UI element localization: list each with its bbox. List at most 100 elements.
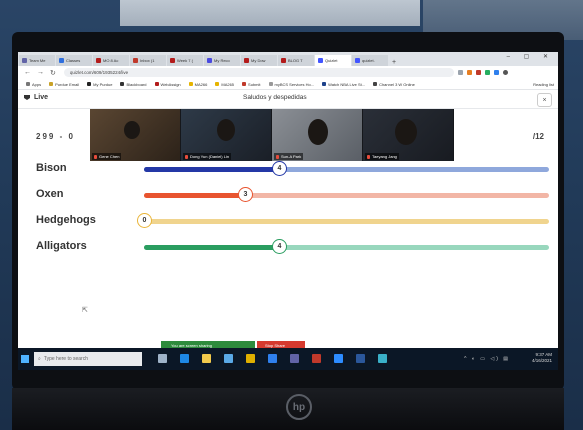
app-icon-teal[interactable] <box>378 354 387 363</box>
bookmark-item[interactable]: WebAssign <box>154 81 181 87</box>
reload-icon[interactable]: ↻ <box>50 69 56 77</box>
bookmark-label: MA266 <box>194 81 208 87</box>
bookmark-icon <box>373 82 378 86</box>
bookmark-icon <box>242 82 247 86</box>
bookmark-item[interactable]: Submit <box>242 82 261 87</box>
tab-favicon-icon <box>59 58 64 63</box>
windows-start-icon[interactable] <box>21 355 29 363</box>
question-count: /12 <box>532 132 544 141</box>
participant-name: Gene Chen <box>99 154 120 159</box>
browser-tab[interactable]: quizlet. <box>352 55 388 66</box>
team-score-badge: 4 <box>272 161 287 176</box>
team-progress-fill <box>144 167 279 172</box>
quizlet-live-header: Live Saludos y despedidas × <box>18 90 558 109</box>
bookmark-label: Blackboard <box>126 81 147 87</box>
clock-date: 4/16/2021 <box>531 358 552 363</box>
participant-name-tag: Gene Chen <box>92 153 122 160</box>
bookmark-icon <box>188 82 193 86</box>
extension-icon[interactable] <box>475 70 481 75</box>
tab-label: Quizlet <box>325 58 338 63</box>
app-icon-blue[interactable] <box>268 354 277 363</box>
mouse-cursor-icon: ⇱ <box>82 307 88 314</box>
participant-video-tile[interactable]: Sun-A Park <box>272 109 362 161</box>
tab-label: quizlet. <box>362 58 375 63</box>
back-icon[interactable]: ← <box>24 69 31 76</box>
monitor-screen: Team Me Classes MO 8 Ac Inbox (1 Week 7 (My … <box>18 52 558 370</box>
url-text: quizlet.com/609/1935224/live <box>69 70 129 75</box>
url-input[interactable]: quizlet.com/609/1935224/live <box>63 68 454 77</box>
bookmark-label: My Purdue <box>93 81 113 87</box>
browser-tab[interactable]: My Dow <box>241 55 277 66</box>
bookmark-icon <box>154 82 159 86</box>
bookmark-label: MA265 <box>221 81 235 87</box>
extension-icon[interactable] <box>493 70 499 75</box>
bookmark-label: Purdue Email <box>55 81 80 87</box>
bookmark-label: WebAssign <box>160 81 181 87</box>
reading-list[interactable]: Reading list <box>533 82 554 87</box>
word-icon[interactable] <box>356 354 365 363</box>
zoom-icon[interactable] <box>334 354 343 363</box>
app-icon-red[interactable] <box>312 354 321 363</box>
browser-tab-bar: Team Me Classes MO 8 Ac Inbox (1 Week 7 (My … <box>18 52 558 66</box>
app-icon-purple[interactable] <box>290 354 299 363</box>
participant-silhouette <box>124 121 140 139</box>
participant-video-tile[interactable]: Gene Chen <box>90 109 180 161</box>
tab-label: Classes <box>66 58 81 63</box>
bookmark-item[interactable]: Channel 3 W Online <box>373 82 415 87</box>
bookmark-item[interactable]: MA265 <box>215 82 234 87</box>
live-icon <box>24 95 30 100</box>
bookmark-item[interactable]: Apps <box>26 82 41 87</box>
tab-label: My Dow <box>251 58 266 63</box>
browser-tab[interactable]: Inbox (1 <box>130 55 166 66</box>
bookmark-item[interactable]: myBCS Services Ho... <box>268 81 315 87</box>
team-row: Oxen 3 <box>36 187 551 202</box>
browser-tab[interactable]: BLOG T <box>278 55 314 66</box>
browser-tab[interactable]: Team Me <box>19 55 55 66</box>
new-tab-button[interactable]: + <box>392 59 396 66</box>
tab-favicon-icon <box>281 58 286 63</box>
bookmark-label: myBCS Services Ho... <box>274 81 315 87</box>
browser-tab[interactable]: MO 8 Ac <box>93 55 129 66</box>
close-button[interactable]: × <box>537 93 552 107</box>
tab-favicon-icon <box>22 58 27 63</box>
participant-name: Taeyang Jang <box>372 154 397 159</box>
browser-tab[interactable]: Classes <box>56 55 92 66</box>
profile-avatar[interactable] <box>502 70 508 75</box>
clock[interactable]: 9:37 AM 4/16/2021 <box>532 352 552 364</box>
tab-favicon-icon <box>318 58 323 63</box>
taskbar-search-input[interactable]: ⌕ Type here to search <box>34 352 142 366</box>
bookmark-label: Apps <box>32 81 42 87</box>
tab-favicon-icon <box>170 58 175 63</box>
file-explorer-icon[interactable] <box>202 354 211 363</box>
bookmark-item[interactable]: Watch NBA Live St... <box>322 82 365 87</box>
participant-silhouette <box>308 119 328 145</box>
bookmark-item[interactable]: MA266 <box>188 81 208 87</box>
extension-icon[interactable] <box>466 70 472 75</box>
participant-video-tile[interactable]: Dong Yun (Daniel) Lin <box>181 109 271 161</box>
muted-mic-icon <box>367 154 370 159</box>
team-score-badge: 3 <box>238 187 253 202</box>
bookmark-item[interactable]: My Purdue <box>87 82 112 87</box>
windows-taskbar: ⌕ Type here to search ^ ◐ ▭ ◁) ▤ 9:37 AM… <box>18 348 558 370</box>
video-call-strip: Gene Chen Dong Yun (Daniel) Lin Sun-A Park… <box>90 109 454 161</box>
extension-icon[interactable] <box>484 70 490 75</box>
forward-icon[interactable]: → <box>37 69 44 76</box>
window-controls[interactable]: – ▢ ✕ <box>507 53 554 60</box>
system-tray-icons[interactable]: ^ ◐ ▭ ◁) ▤ <box>464 356 510 362</box>
team-progress-track <box>144 219 549 224</box>
edge-icon[interactable] <box>180 354 189 363</box>
share-banner-text: You are screen sharing <box>171 342 212 348</box>
tab-favicon-icon <box>244 58 249 63</box>
browser-tab[interactable]: My Reco <box>204 55 240 66</box>
participant-video-tile[interactable]: Taeyang Jang <box>363 109 453 161</box>
team-progress-fill <box>144 245 279 250</box>
task-view-icon[interactable] <box>158 354 167 363</box>
extension-icon[interactable] <box>457 70 463 75</box>
bookmark-icon <box>49 82 54 86</box>
chrome-icon[interactable] <box>246 354 255 363</box>
browser-tab[interactable]: Quizlet <box>315 55 351 66</box>
store-icon[interactable] <box>224 354 233 363</box>
browser-tab[interactable]: Week 7 ( <box>167 55 203 66</box>
bookmark-item[interactable]: Purdue Email <box>49 82 79 87</box>
bookmark-item[interactable]: Blackboard <box>120 81 147 87</box>
